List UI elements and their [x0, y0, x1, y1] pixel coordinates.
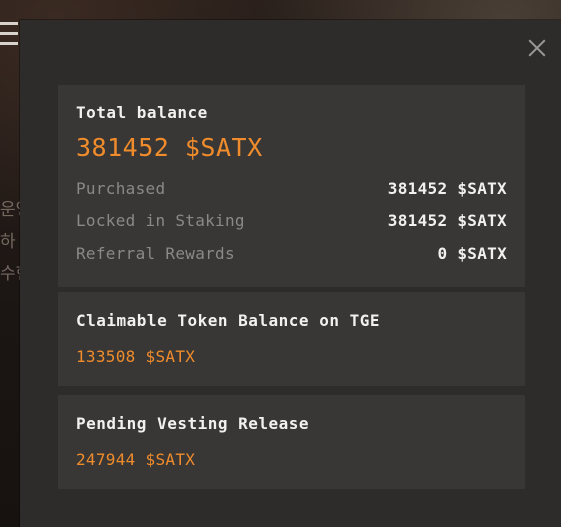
balance-row-locked-staking: Locked in Staking 381452 $SATX	[76, 211, 507, 233]
balance-row-value: 381452 $SATX	[387, 211, 507, 230]
total-balance-card: Total balance 381452 $SATX Purchased 381…	[58, 85, 525, 287]
pending-vesting-title: Pending Vesting Release	[76, 414, 310, 433]
claimable-balance-value: 133508 $SATX	[76, 347, 196, 366]
balance-row-purchased: Purchased 381452 $SATX	[76, 179, 507, 201]
balance-row-label: Referral Rewards	[76, 244, 235, 263]
balance-row-label: Purchased	[76, 179, 166, 198]
balance-row-value: 381452 $SATX	[387, 179, 507, 198]
claimable-balance-title: Claimable Token Balance on TGE	[76, 311, 380, 330]
background-text-line: 수현	[0, 264, 20, 284]
total-balance-value: 381452 $SATX	[76, 133, 263, 162]
claimable-balance-card: Claimable Token Balance on TGE 133508 $S…	[58, 292, 525, 386]
background-text-line: 하	[0, 232, 16, 252]
pending-vesting-card: Pending Vesting Release 247944 $SATX	[58, 395, 525, 489]
balance-row-value: 0 $SATX	[437, 244, 507, 263]
pending-vesting-value: 247944 $SATX	[76, 450, 196, 469]
balance-row-label: Locked in Staking	[76, 211, 245, 230]
close-icon[interactable]	[527, 38, 547, 58]
background-menu-icon	[0, 22, 18, 52]
balance-row-referral-rewards: Referral Rewards 0 $SATX	[76, 244, 507, 266]
balance-modal: Total balance 381452 $SATX Purchased 381…	[20, 20, 561, 527]
total-balance-title: Total balance	[76, 103, 208, 122]
background-text: 운영 하 수현	[0, 194, 20, 290]
background-text-line: 운영	[0, 200, 20, 220]
